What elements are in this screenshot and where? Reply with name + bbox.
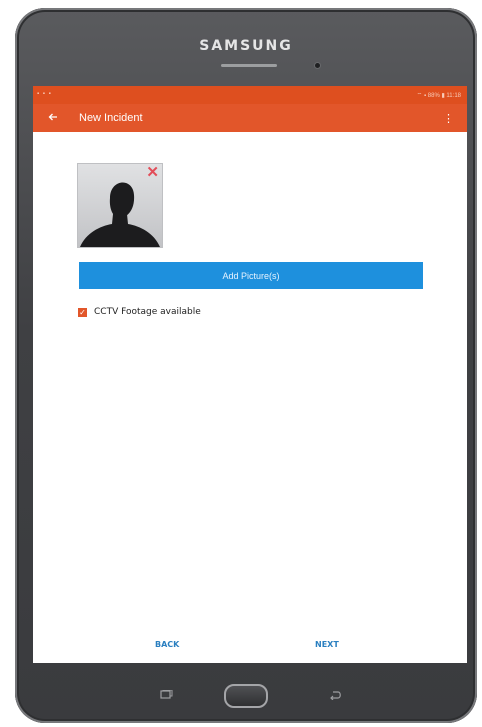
hardware-back-icon[interactable] <box>329 690 343 700</box>
page-title: New Incident <box>79 112 143 124</box>
add-pictures-button[interactable]: Add Picture(s) <box>79 262 423 289</box>
front-camera-icon <box>315 63 320 68</box>
next-button[interactable]: NEXT <box>315 640 339 649</box>
cctv-checkbox[interactable]: ✓ <box>78 308 87 317</box>
status-system-indicators: ⌔ ▪ 88% ▮ 11:18 <box>416 93 461 99</box>
recent-apps-icon[interactable] <box>160 690 173 700</box>
app-bar: New Incident ⋮ <box>33 104 467 132</box>
device-brand: SAMSUNG <box>199 38 293 54</box>
incident-photo-thumbnail[interactable]: ✕ <box>77 163 163 248</box>
home-button[interactable] <box>224 684 268 708</box>
arrow-back-icon[interactable] <box>48 109 58 125</box>
overflow-menu-icon[interactable]: ⋮ <box>443 112 454 125</box>
cctv-checkbox-label[interactable]: CCTV Footage available <box>94 307 201 317</box>
earpiece-speaker <box>221 64 277 67</box>
back-button[interactable]: BACK <box>155 640 179 649</box>
remove-photo-icon[interactable]: ✕ <box>146 165 159 180</box>
arrow-back-glyph <box>48 113 57 121</box>
status-bar: ▪ ▪ ▪ ⌔ ▪ 88% ▮ 11:18 <box>33 86 467 104</box>
device-screen: ▪ ▪ ▪ ⌔ ▪ 88% ▮ 11:18 New Incident ⋮ ✕ A… <box>33 86 467 663</box>
status-notification-icons: ▪ ▪ ▪ <box>37 91 52 97</box>
